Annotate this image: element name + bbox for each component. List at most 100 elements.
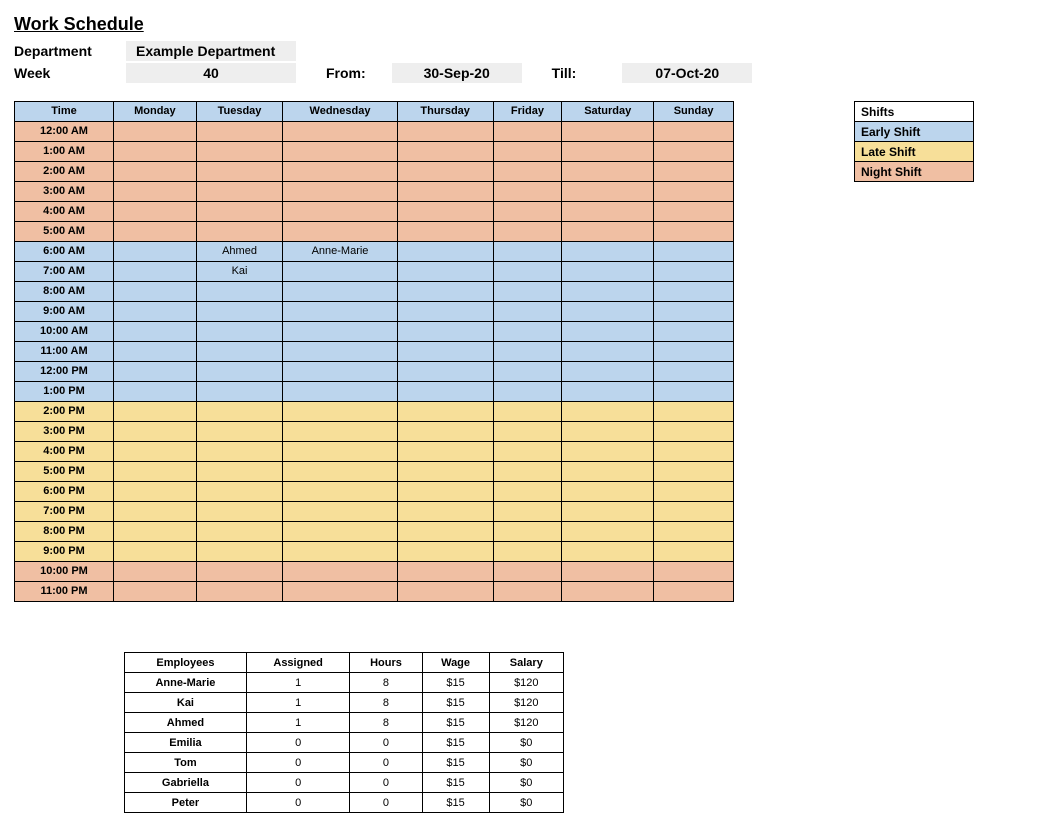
schedule-cell[interactable] [654, 502, 734, 522]
schedule-cell[interactable] [283, 462, 398, 482]
schedule-cell[interactable] [114, 422, 197, 442]
schedule-cell[interactable] [493, 282, 562, 302]
schedule-cell[interactable] [283, 442, 398, 462]
schedule-cell[interactable] [562, 482, 654, 502]
schedule-cell[interactable] [196, 402, 282, 422]
schedule-cell[interactable] [493, 222, 562, 242]
schedule-cell[interactable] [654, 182, 734, 202]
schedule-cell[interactable] [196, 362, 282, 382]
schedule-cell[interactable] [654, 122, 734, 142]
schedule-cell[interactable] [562, 162, 654, 182]
schedule-cell[interactable] [196, 522, 282, 542]
schedule-cell[interactable] [196, 342, 282, 362]
schedule-cell[interactable] [196, 382, 282, 402]
schedule-cell[interactable] [397, 322, 493, 342]
schedule-cell[interactable] [114, 482, 197, 502]
schedule-cell[interactable] [654, 422, 734, 442]
schedule-cell[interactable] [397, 562, 493, 582]
schedule-cell[interactable] [493, 122, 562, 142]
schedule-cell[interactable]: Ahmed [196, 242, 282, 262]
schedule-cell[interactable] [493, 262, 562, 282]
schedule-cell[interactable] [114, 322, 197, 342]
schedule-cell[interactable] [114, 522, 197, 542]
schedule-cell[interactable] [283, 522, 398, 542]
schedule-cell[interactable] [493, 322, 562, 342]
schedule-cell[interactable] [654, 402, 734, 422]
schedule-cell[interactable] [397, 442, 493, 462]
schedule-cell[interactable] [654, 262, 734, 282]
schedule-cell[interactable] [196, 582, 282, 602]
schedule-cell[interactable] [114, 562, 197, 582]
schedule-cell[interactable] [562, 302, 654, 322]
schedule-cell[interactable] [114, 502, 197, 522]
schedule-cell[interactable] [397, 202, 493, 222]
schedule-cell[interactable] [114, 382, 197, 402]
schedule-cell[interactable] [562, 322, 654, 342]
schedule-cell[interactable] [654, 322, 734, 342]
schedule-cell[interactable] [654, 522, 734, 542]
schedule-cell[interactable] [493, 542, 562, 562]
schedule-cell[interactable] [654, 382, 734, 402]
schedule-cell[interactable] [493, 162, 562, 182]
schedule-cell[interactable] [397, 262, 493, 282]
schedule-cell[interactable] [397, 182, 493, 202]
schedule-cell[interactable] [114, 402, 197, 422]
schedule-cell[interactable] [654, 482, 734, 502]
schedule-cell[interactable] [114, 542, 197, 562]
schedule-cell[interactable] [114, 242, 197, 262]
schedule-cell[interactable] [562, 502, 654, 522]
schedule-cell[interactable] [283, 162, 398, 182]
schedule-cell[interactable] [397, 342, 493, 362]
schedule-cell[interactable] [283, 322, 398, 342]
schedule-cell[interactable] [397, 462, 493, 482]
schedule-cell[interactable] [283, 262, 398, 282]
schedule-cell[interactable] [283, 222, 398, 242]
schedule-cell[interactable] [493, 422, 562, 442]
schedule-cell[interactable] [397, 142, 493, 162]
schedule-cell[interactable] [562, 442, 654, 462]
schedule-cell[interactable] [562, 282, 654, 302]
schedule-cell[interactable] [397, 582, 493, 602]
schedule-cell[interactable] [397, 362, 493, 382]
schedule-cell[interactable] [562, 522, 654, 542]
schedule-cell[interactable] [397, 222, 493, 242]
schedule-cell[interactable] [654, 542, 734, 562]
schedule-cell[interactable] [562, 542, 654, 562]
week-value[interactable]: 40 [126, 63, 296, 83]
schedule-cell[interactable] [114, 342, 197, 362]
schedule-cell[interactable] [562, 142, 654, 162]
schedule-cell[interactable] [114, 122, 197, 142]
schedule-cell[interactable] [283, 582, 398, 602]
till-value[interactable]: 07-Oct-20 [622, 63, 752, 83]
schedule-cell[interactable] [196, 422, 282, 442]
schedule-cell[interactable] [114, 302, 197, 322]
schedule-cell[interactable] [493, 302, 562, 322]
schedule-cell[interactable] [493, 182, 562, 202]
schedule-cell[interactable] [493, 582, 562, 602]
schedule-cell[interactable] [493, 462, 562, 482]
schedule-cell[interactable] [397, 542, 493, 562]
schedule-cell[interactable] [196, 282, 282, 302]
schedule-cell[interactable] [196, 562, 282, 582]
schedule-cell[interactable] [283, 342, 398, 362]
schedule-cell[interactable] [283, 302, 398, 322]
schedule-cell[interactable] [114, 142, 197, 162]
schedule-cell[interactable] [196, 162, 282, 182]
schedule-cell[interactable] [562, 182, 654, 202]
schedule-cell[interactable] [562, 262, 654, 282]
schedule-cell[interactable] [283, 382, 398, 402]
schedule-cell[interactable] [493, 402, 562, 422]
schedule-cell[interactable] [114, 582, 197, 602]
schedule-cell[interactable] [114, 162, 197, 182]
schedule-cell[interactable] [283, 142, 398, 162]
schedule-cell[interactable] [562, 582, 654, 602]
schedule-cell[interactable] [654, 302, 734, 322]
schedule-cell[interactable] [654, 462, 734, 482]
schedule-cell[interactable] [196, 442, 282, 462]
schedule-cell[interactable] [493, 522, 562, 542]
schedule-cell[interactable] [283, 422, 398, 442]
schedule-cell[interactable] [114, 182, 197, 202]
schedule-cell[interactable] [397, 482, 493, 502]
schedule-cell[interactable] [196, 322, 282, 342]
schedule-cell[interactable] [562, 382, 654, 402]
